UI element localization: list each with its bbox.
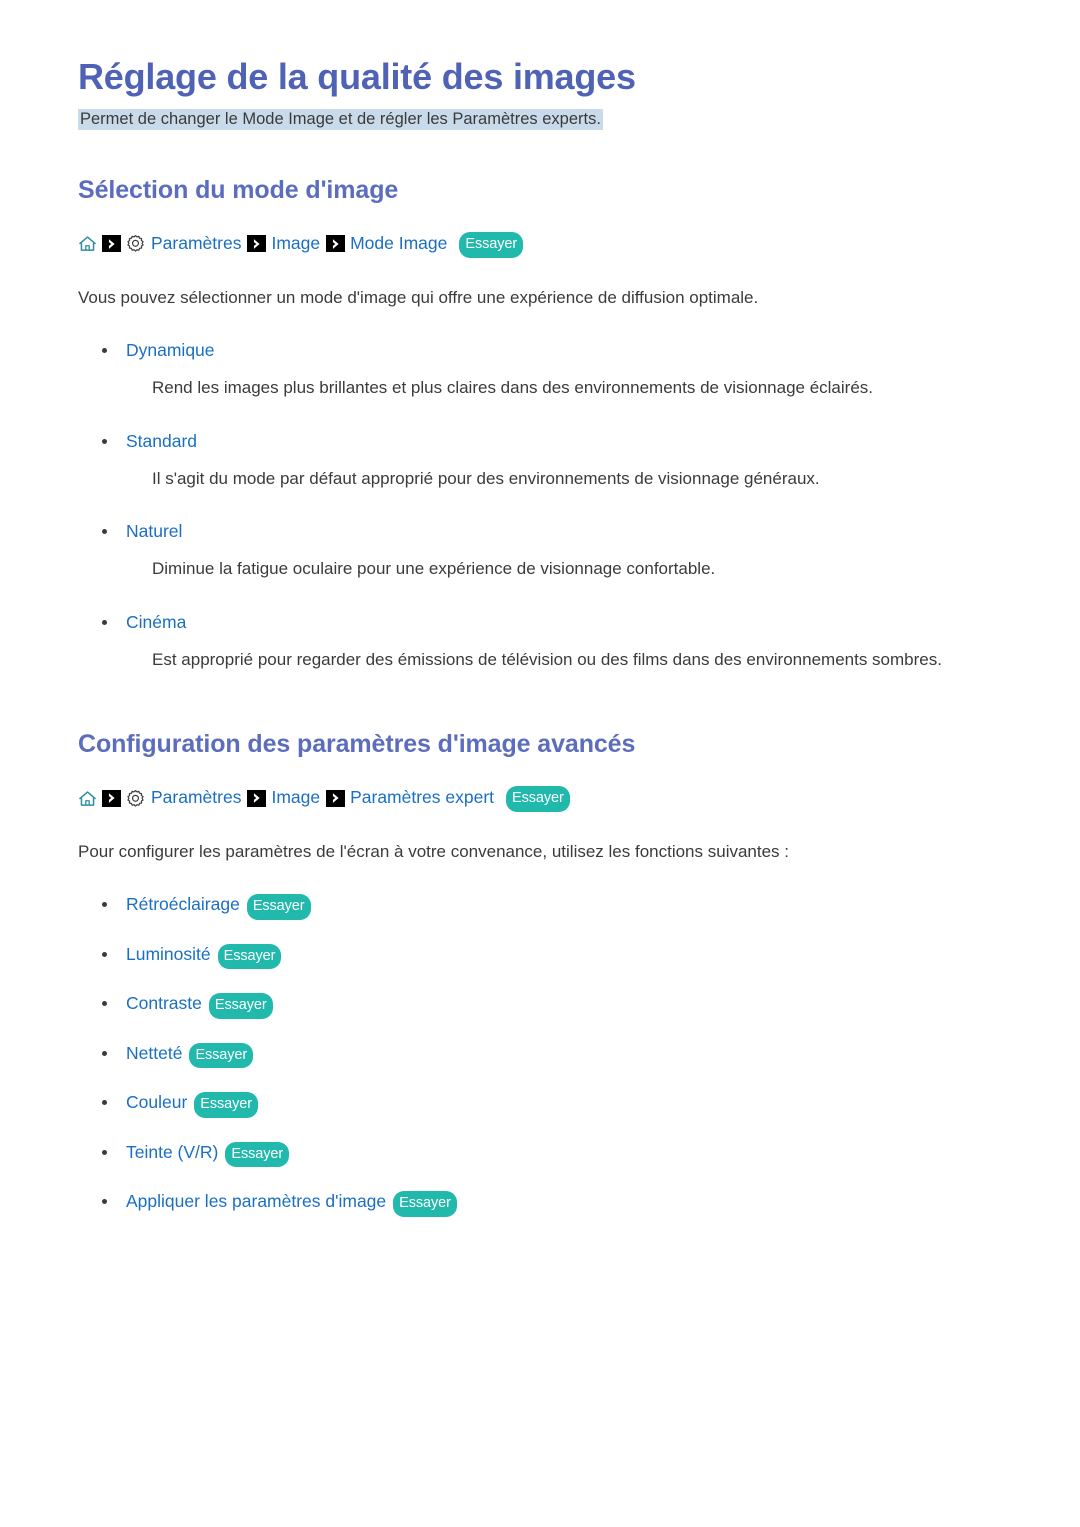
- list-item[interactable]: Contraste Essayer: [78, 990, 1002, 1019]
- list-item[interactable]: Rétroéclairage Essayer: [78, 891, 1002, 920]
- definition-term[interactable]: Standard: [78, 428, 1002, 454]
- home-icon[interactable]: [78, 790, 97, 807]
- breadcrumb-item-parametres[interactable]: Paramètres: [151, 235, 241, 253]
- breadcrumb-item-image[interactable]: Image: [271, 235, 320, 253]
- home-icon[interactable]: [78, 235, 97, 252]
- essayer-badge[interactable]: Essayer: [506, 786, 570, 812]
- essayer-badge[interactable]: Essayer: [246, 894, 311, 920]
- arrow-right-icon: [247, 235, 267, 253]
- document-page: Réglage de la qualité des images Permet …: [0, 0, 1080, 1527]
- feature-label: Appliquer les paramètres d'image: [126, 1191, 387, 1212]
- essayer-badge-label: Essayer: [195, 1046, 248, 1063]
- breadcrumb-item-mode-image[interactable]: Mode Image: [350, 235, 447, 253]
- breadcrumb-item-parametres[interactable]: Paramètres: [151, 789, 241, 807]
- definition-term[interactable]: Naturel: [78, 518, 1002, 544]
- definition-term[interactable]: Dynamique: [78, 337, 1002, 363]
- section-intro-paragraph: Vous pouvez sélectionner un mode d'image…: [78, 287, 759, 307]
- list-item: Cinéma Est approprié pour regarder des é…: [78, 609, 1002, 674]
- gear-icon[interactable]: [126, 234, 145, 253]
- list-item: Naturel Diminue la fatigue oculaire pour…: [78, 518, 1002, 583]
- definition-description: Est approprié pour regarder des émission…: [152, 649, 942, 669]
- list-item[interactable]: Luminosité Essayer: [78, 941, 1002, 970]
- list-item[interactable]: Teinte (V/R) Essayer: [78, 1139, 1002, 1168]
- essayer-badge-label: Essayer: [252, 898, 305, 915]
- essayer-badge-label: Essayer: [399, 1195, 451, 1212]
- list-item[interactable]: Couleur Essayer: [78, 1089, 1002, 1118]
- arrow-right-icon: [326, 789, 346, 807]
- arrow-right-icon: [247, 789, 267, 807]
- essayer-badge-label: Essayer: [214, 997, 267, 1014]
- arrow-right-icon: [326, 235, 346, 253]
- list-item[interactable]: Netteté Essayer: [78, 1040, 1002, 1069]
- essayer-badge[interactable]: Essayer: [459, 232, 524, 258]
- gear-icon[interactable]: [126, 789, 145, 808]
- page-subtitle: Permet de changer le Mode Image et de ré…: [78, 108, 1002, 131]
- feature-label: Rétroéclairage: [126, 894, 240, 915]
- arrow-right-icon: [102, 789, 121, 807]
- breadcrumb-item-parametres-expert[interactable]: Paramètres expert: [350, 789, 494, 807]
- page-title: Réglage de la qualité des images: [78, 56, 636, 97]
- essayer-badge[interactable]: Essayer: [208, 993, 273, 1019]
- essayer-badge[interactable]: Essayer: [217, 943, 282, 970]
- feature-label: Netteté: [126, 1042, 183, 1063]
- essayer-badge[interactable]: Essayer: [393, 1191, 457, 1217]
- definition-description: Diminue la fatigue oculaire pour une exp…: [152, 559, 716, 579]
- breadcrumb-item-image[interactable]: Image: [271, 789, 320, 807]
- feature-label: Teinte (V/R): [126, 1141, 219, 1162]
- list-item: Standard Il s'agit du mode par défaut ap…: [78, 428, 1002, 493]
- list-item[interactable]: Appliquer les paramètres d'image Essayer: [78, 1188, 1002, 1217]
- essayer-badge-label: Essayer: [465, 236, 518, 253]
- essayer-badge-label: Essayer: [512, 790, 564, 807]
- definition-term[interactable]: Cinéma: [78, 609, 1002, 635]
- essayer-badge-label: Essayer: [200, 1096, 252, 1113]
- section-heading-parametres-avances: Configuration des paramètres d'image ava…: [78, 730, 636, 759]
- list-item: Dynamique Rend les images plus brillante…: [78, 337, 1002, 402]
- essayer-badge-label: Essayer: [231, 1145, 284, 1162]
- feature-label: Couleur: [126, 1092, 188, 1113]
- breadcrumb: Paramètres Image Mode Image Essayer: [78, 231, 1002, 258]
- expert-settings-list: Rétroéclairage Essayer Luminosité Essayer …: [78, 891, 1002, 1217]
- definition-description: Rend les images plus brillantes et plus …: [152, 378, 874, 398]
- essayer-badge[interactable]: Essayer: [194, 1092, 258, 1118]
- picture-mode-list: Dynamique Rend les images plus brillante…: [78, 337, 1002, 673]
- definition-description: Il s'agit du mode par défaut approprié p…: [152, 468, 820, 488]
- section-intro-paragraph: Pour configurer les paramètres de l'écra…: [78, 841, 790, 861]
- essayer-badge-label: Essayer: [223, 947, 276, 964]
- feature-label: Contraste: [126, 993, 202, 1014]
- essayer-badge[interactable]: Essayer: [189, 1042, 254, 1069]
- feature-label: Luminosité: [126, 943, 211, 964]
- essayer-badge[interactable]: Essayer: [225, 1141, 290, 1168]
- page-subtitle-text: Permet de changer le Mode Image et de ré…: [78, 109, 603, 131]
- section-heading-mode-image: Sélection du mode d'image: [78, 176, 399, 205]
- arrow-right-icon: [102, 235, 121, 253]
- breadcrumb: Paramètres Image Paramètres expert Essay…: [78, 785, 1002, 812]
